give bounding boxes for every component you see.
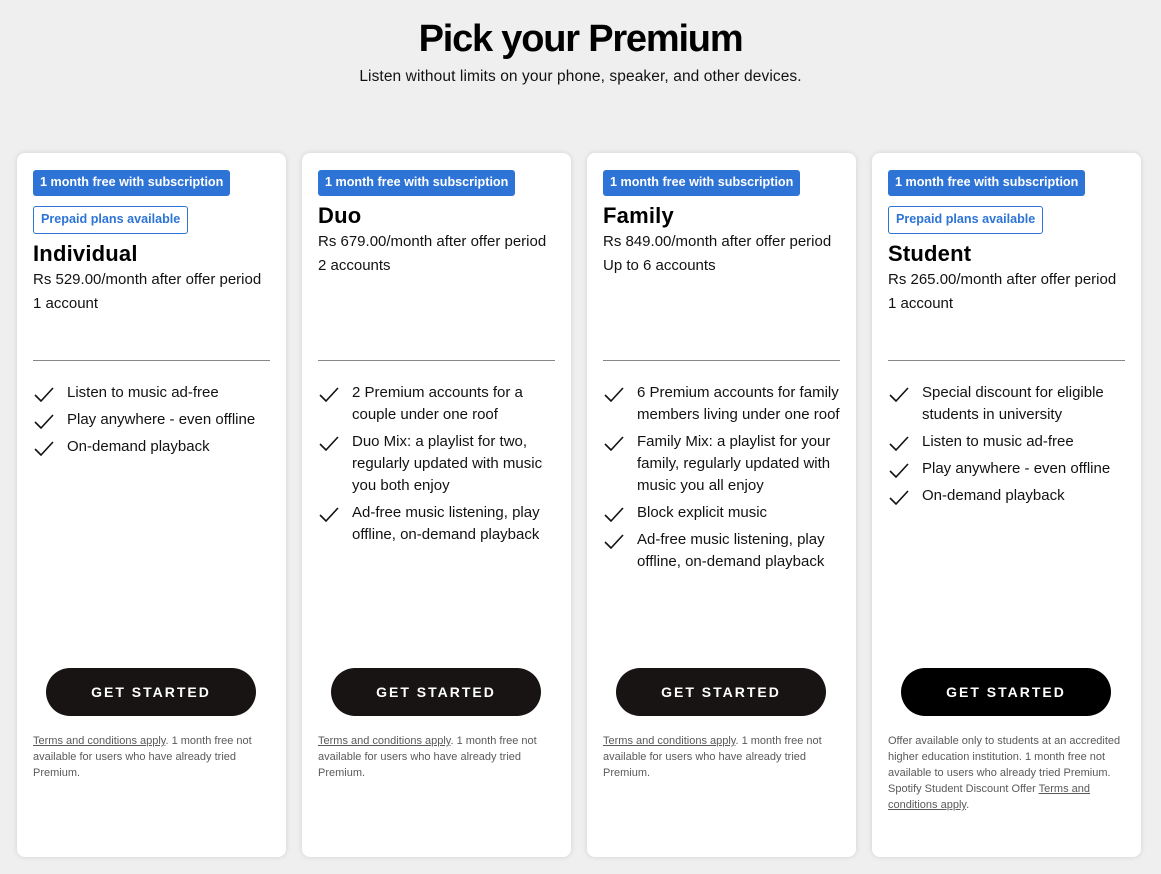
- check-icon: [603, 502, 637, 524]
- plan-accounts: 2 accounts: [318, 257, 391, 274]
- divider: [888, 360, 1125, 361]
- feature-item: Listen to music ad-free: [888, 431, 1129, 453]
- feature-text: Family Mix: a playlist for your family, …: [637, 433, 831, 494]
- divider: [33, 360, 270, 361]
- free-month-badge: 1 month free with subscription: [888, 170, 1086, 196]
- terms-text: .: [966, 799, 970, 811]
- feature-item: Play anywhere - even offline: [888, 458, 1129, 480]
- get-started-button[interactable]: GET STARTED: [616, 668, 826, 716]
- plan-price: Rs 529.00/month after offer period: [33, 271, 262, 288]
- page-subtitle: Listen without limits on your phone, spe…: [359, 68, 802, 85]
- feature-list: Special discount for eligible students i…: [888, 382, 1129, 512]
- divider: [318, 360, 555, 361]
- feature-text: Play anywhere - even offline: [67, 411, 256, 428]
- feature-text: 6 Premium accounts for family members li…: [637, 384, 840, 423]
- plan-accounts: 1 account: [33, 295, 99, 312]
- feature-item: Special discount for eligible students i…: [888, 382, 1129, 426]
- feature-text: On-demand playback: [67, 438, 210, 455]
- get-started-button[interactable]: GET STARTED: [331, 668, 541, 716]
- terms-link[interactable]: Terms and conditions apply: [603, 735, 735, 747]
- feature-item: Ad-free music listening, play offline, o…: [603, 529, 844, 573]
- prepaid-badge: Prepaid plans available: [33, 206, 189, 234]
- check-icon: [318, 431, 352, 453]
- feature-text: Ad-free music listening, play offline, o…: [637, 531, 825, 570]
- check-icon: [603, 431, 637, 453]
- feature-item: On-demand playback: [33, 436, 274, 458]
- feature-text: Special discount for eligible students i…: [922, 384, 1104, 423]
- plan-cards: 1 month free with subscription Prepaid p…: [17, 153, 1141, 857]
- feature-text: Block explicit music: [637, 504, 768, 521]
- feature-item: Block explicit music: [603, 502, 844, 524]
- feature-text: Ad-free music listening, play offline, o…: [352, 504, 540, 543]
- terms-link[interactable]: Terms and conditions apply: [318, 735, 450, 747]
- check-icon: [603, 529, 637, 551]
- plan-name: Individual: [33, 241, 138, 266]
- free-month-badge: 1 month free with subscription: [318, 170, 516, 196]
- check-icon: [33, 436, 67, 458]
- free-month-badge: 1 month free with subscription: [33, 170, 231, 196]
- plan-price: Rs 265.00/month after offer period: [888, 271, 1117, 288]
- feature-list: 6 Premium accounts for family members li…: [603, 382, 844, 578]
- prepaid-badge: Prepaid plans available: [888, 206, 1044, 234]
- check-icon: [888, 458, 922, 480]
- feature-item: Listen to music ad-free: [33, 382, 274, 404]
- plan-name: Duo: [318, 203, 362, 228]
- terms-link[interactable]: Terms and conditions apply: [33, 735, 165, 747]
- plan-name: Family: [603, 203, 674, 228]
- feature-text: 2 Premium accounts for a couple under on…: [352, 384, 523, 423]
- check-icon: [888, 382, 922, 404]
- feature-text: On-demand playback: [922, 487, 1065, 504]
- feature-list: Listen to music ad-free Play anywhere - …: [33, 382, 274, 463]
- check-icon: [33, 382, 67, 404]
- check-icon: [318, 382, 352, 404]
- feature-item: On-demand playback: [888, 485, 1129, 507]
- plan-name: Student: [888, 241, 972, 266]
- feature-item: 2 Premium accounts for a couple under on…: [318, 382, 559, 426]
- plan-price: Rs 679.00/month after offer period: [318, 233, 547, 250]
- plan-accounts: Up to 6 accounts: [603, 257, 716, 274]
- feature-text: Listen to music ad-free: [67, 384, 219, 401]
- page-title: Pick your Premium: [418, 18, 744, 60]
- feature-text: Listen to music ad-free: [922, 433, 1074, 450]
- terms-note: Terms and conditions apply. 1 month free…: [33, 733, 270, 781]
- plan-card-student: 1 month free with subscription Prepaid p…: [872, 153, 1141, 857]
- divider: [603, 360, 840, 361]
- check-icon: [33, 409, 67, 431]
- get-started-button[interactable]: GET STARTED: [901, 668, 1111, 716]
- get-started-button[interactable]: GET STARTED: [46, 668, 256, 716]
- plan-card-duo: 1 month free with subscription Duo Rs 67…: [302, 153, 571, 857]
- check-icon: [888, 485, 922, 507]
- feature-text: Play anywhere - even offline: [922, 460, 1111, 477]
- terms-note: Terms and conditions apply. 1 month free…: [603, 733, 840, 781]
- feature-item: Ad-free music listening, play offline, o…: [318, 502, 559, 546]
- feature-item: Family Mix: a playlist for your family, …: [603, 431, 844, 497]
- terms-note: Offer available only to students at an a…: [888, 733, 1125, 813]
- check-icon: [318, 502, 352, 524]
- free-month-badge: 1 month free with subscription: [603, 170, 801, 196]
- plan-card-individual: 1 month free with subscription Prepaid p…: [17, 153, 286, 857]
- feature-text: Duo Mix: a playlist for two, regularly u…: [352, 433, 543, 494]
- hero: Pick your Premium Listen without limits …: [0, 0, 1161, 86]
- plan-accounts: 1 account: [888, 295, 954, 312]
- terms-note: Terms and conditions apply. 1 month free…: [318, 733, 555, 781]
- feature-list: 2 Premium accounts for a couple under on…: [318, 382, 559, 551]
- check-icon: [888, 431, 922, 453]
- feature-item: Play anywhere - even offline: [33, 409, 274, 431]
- feature-item: Duo Mix: a playlist for two, regularly u…: [318, 431, 559, 497]
- feature-item: 6 Premium accounts for family members li…: [603, 382, 844, 426]
- plan-card-family: 1 month free with subscription Family Rs…: [587, 153, 856, 857]
- check-icon: [603, 382, 637, 404]
- plan-price: Rs 849.00/month after offer period: [603, 233, 832, 250]
